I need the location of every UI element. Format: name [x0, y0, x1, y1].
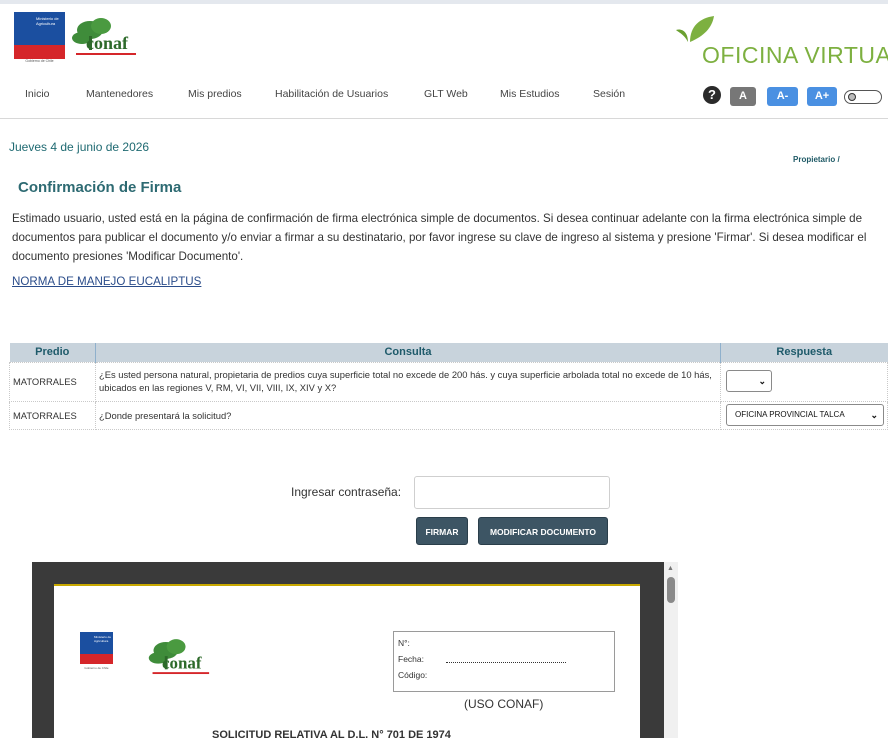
instructions-text: Estimado usuario, usted está en la págin… — [12, 212, 867, 263]
box-fecha: Fecha: — [398, 654, 424, 664]
conaf-use-box: N°: Fecha: Código: — [393, 631, 615, 692]
table-row: MATORRALES ¿Es usted persona natural, pr… — [9, 361, 888, 402]
svg-text:conaf: conaf — [162, 653, 202, 672]
site-header: Ministerio de Agricultura Gobierno de Ch… — [0, 4, 888, 80]
font-larger-button[interactable]: A+ — [807, 87, 837, 106]
preview-page: Ministerio de Agricultura Gobierno de Ch… — [54, 584, 640, 738]
password-input[interactable] — [414, 476, 610, 509]
table-row: MATORRALES ¿Donde presentará la solicitu… — [9, 400, 888, 430]
password-label: Ingresar contraseña: — [291, 485, 402, 499]
nav-inicio[interactable]: Inicio — [25, 88, 50, 100]
document-link[interactable]: NORMA DE MANEJO EUCALIPTUS — [12, 275, 201, 288]
font-smaller-button[interactable]: A- — [767, 87, 798, 106]
cell-predio: MATORRALES — [9, 361, 96, 402]
header-divider — [0, 118, 888, 119]
breadcrumb[interactable]: Propietario / — [793, 155, 840, 164]
ministry-logo-red — [14, 45, 65, 59]
chevron-down-icon: ⌄ — [758, 375, 766, 386]
box-codigo: Código: — [398, 670, 428, 680]
header-predio: Predio — [9, 343, 96, 362]
preview-conaf-logo: conaf — [148, 639, 210, 675]
nav-mis-estudios[interactable]: Mis Estudios — [500, 88, 560, 100]
preview-heading: SOLICITUD RELATIVA AL D.L. N° 701 DE 197… — [212, 729, 451, 738]
nav-mantenedores[interactable]: Mantenedores — [86, 88, 153, 100]
modify-document-button[interactable]: MODIFICAR DOCUMENTO — [478, 517, 608, 545]
conaf-logo: conaf — [72, 18, 136, 55]
current-date: Jueves 4 de junio de 2026 — [9, 140, 150, 154]
cell-predio: MATORRALES — [9, 400, 96, 430]
chevron-down-icon: ⌄ — [870, 410, 878, 420]
sign-button[interactable]: FIRMAR — [416, 517, 468, 545]
contrast-toggle[interactable] — [844, 90, 882, 104]
document-preview[interactable]: Ministerio de Agricultura Gobierno de Ch… — [32, 562, 678, 738]
answer-select-1[interactable]: ⌄ — [726, 369, 772, 392]
cell-respuesta: ⌄ — [720, 361, 888, 402]
scroll-thumb[interactable] — [667, 577, 675, 603]
page-title: Confirmación de Firma — [18, 179, 182, 196]
preview-ministry-text: Ministerio de Agricultura — [94, 635, 112, 643]
header-respuesta: Respuesta — [720, 343, 888, 362]
answer-select-2-value: OFICINA PROVINCIAL TALCA — [735, 410, 845, 419]
header-consulta: Consulta — [95, 343, 721, 362]
font-normal-button[interactable]: A — [730, 87, 756, 106]
questions-table: Predio Consulta Respuesta MATORRALES ¿Es… — [9, 343, 888, 430]
preview-ministry-logo: Ministerio de Agricultura Gobierno de Ch… — [80, 632, 113, 682]
help-icon[interactable]: ? — [703, 86, 721, 104]
cell-consulta: ¿Donde presentará la solicitud? — [95, 400, 721, 430]
preview-ministry-red — [80, 654, 113, 664]
nav-sesion[interactable]: Sesión — [593, 88, 625, 100]
nav-glt-web[interactable]: GLT Web — [424, 88, 468, 100]
nav-mis-predios[interactable]: Mis predios — [188, 88, 242, 100]
uso-conaf-label: (USO CONAF) — [464, 697, 544, 711]
ministry-logo: Ministerio de Agricultura Gobierno de Ch… — [14, 12, 65, 63]
svg-text:conaf: conaf — [86, 33, 129, 53]
scroll-up-icon[interactable]: ▲ — [667, 565, 674, 572]
oficina-virtual-text: OFICINA VIRTUAL — [702, 42, 888, 68]
box-fecha-line — [446, 662, 566, 663]
leaf-icon — [676, 16, 714, 42]
toggle-knob — [848, 93, 856, 101]
box-numero: N°: — [398, 638, 410, 648]
oficina-virtual-logo: OFICINA VIRTUAL — [676, 14, 888, 70]
ministry-logo-text: Ministerio de Agricultura — [36, 16, 59, 26]
ministry-logo-sub: Gobierno de Chile — [25, 59, 54, 63]
preview-ministry-sub: Gobierno de Chile — [84, 666, 109, 670]
cell-respuesta: OFICINA PROVINCIAL TALCA ⌄ — [720, 400, 888, 430]
nav-habilitacion-usuarios[interactable]: Habilitación de Usuarios — [275, 88, 388, 100]
preview-scrollbar[interactable]: ▲ — [664, 562, 678, 738]
cell-consulta: ¿Es usted persona natural, propietaria d… — [95, 361, 721, 402]
answer-select-2[interactable]: OFICINA PROVINCIAL TALCA ⌄ — [726, 404, 884, 426]
